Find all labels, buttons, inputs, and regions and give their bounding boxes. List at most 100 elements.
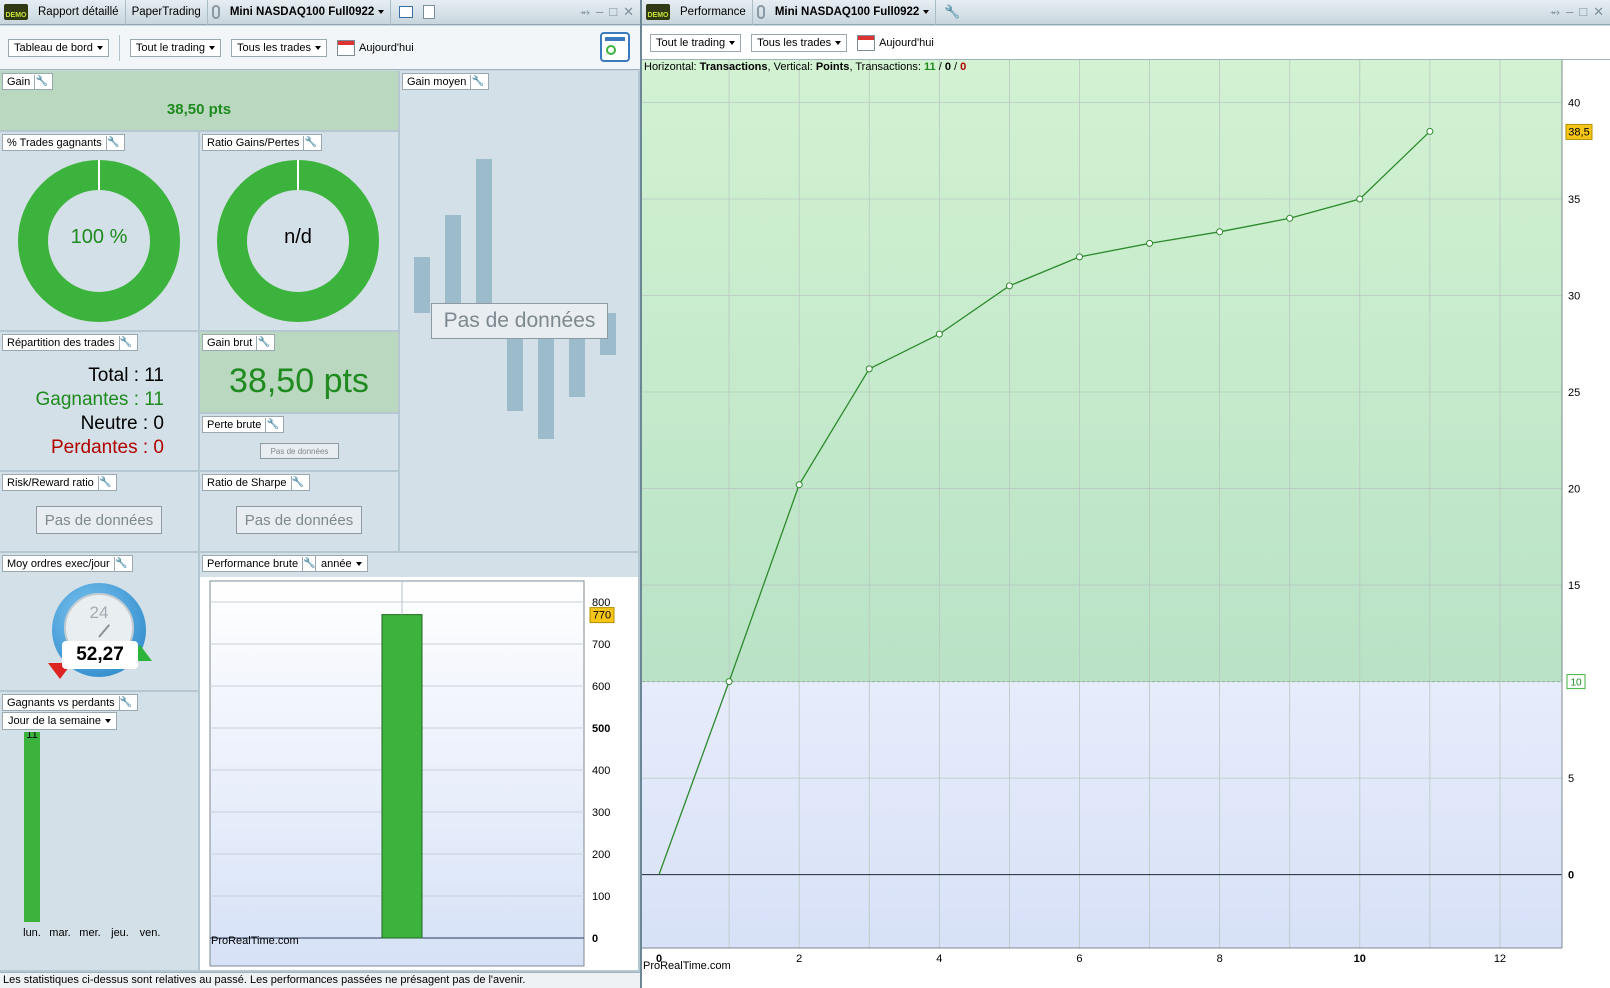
trades-dropdown[interactable]: Tous les trades bbox=[231, 38, 327, 57]
today-button[interactable]: Aujourd'hui bbox=[337, 39, 414, 56]
perf-equity-point bbox=[1075, 253, 1083, 261]
share-icon[interactable]: ⥇ bbox=[1550, 4, 1560, 20]
calendar-icon bbox=[337, 39, 355, 56]
tab-rapport-detaille[interactable]: Rapport détaillé bbox=[32, 0, 126, 25]
left-toolbar: Tableau de bord Tout le trading Tous les… bbox=[0, 26, 640, 70]
chart-window-icon[interactable] bbox=[399, 6, 414, 18]
link-chain-icon[interactable] bbox=[211, 5, 220, 19]
gagnants-perdants-panel: Gagnants vs perdants 🔧 Jour de la semaine… bbox=[0, 692, 200, 972]
minimize-icon[interactable]: – bbox=[596, 4, 603, 20]
right-toolbar: Tout le trading Tous les trades Aujourd'… bbox=[642, 26, 1610, 60]
wrench-icon[interactable]: 🔧 bbox=[113, 556, 128, 571]
gain-brut-title[interactable]: Gain brut 🔧 bbox=[202, 334, 276, 351]
trades-label-right: Tous les trades bbox=[757, 36, 832, 49]
perf-equity-point bbox=[1146, 239, 1154, 247]
perf-equity-point bbox=[1005, 282, 1013, 290]
disclaimer-status-bar: Les statistiques ci-dessus sont relative… bbox=[0, 972, 640, 988]
trading-dropdown-right[interactable]: Tout le trading bbox=[650, 33, 742, 52]
chevron-down-icon bbox=[378, 10, 385, 14]
wrench-icon[interactable]: 🔧 bbox=[290, 475, 305, 490]
maximize-icon[interactable]: □ bbox=[609, 4, 617, 20]
wrench-icon[interactable]: 🔧 bbox=[256, 335, 270, 350]
weekday-tick-label: mar. bbox=[49, 927, 70, 939]
perf-equity-point bbox=[1286, 214, 1294, 222]
repartition-title[interactable]: Répartition des trades 🔧 bbox=[2, 334, 138, 351]
tab-papertrading[interactable]: PaperTrading bbox=[126, 0, 208, 25]
minimize-icon[interactable]: – bbox=[1566, 4, 1573, 20]
weekday-tick-label: mer. bbox=[79, 927, 100, 939]
dashboard-dropdown[interactable]: Tableau de bord bbox=[8, 38, 109, 57]
chevron-down-icon bbox=[835, 40, 842, 45]
wrench-icon[interactable]: 🔧 bbox=[97, 475, 112, 490]
gagnants-perdants-title[interactable]: Gagnants vs perdants 🔧 bbox=[2, 694, 138, 711]
pct-gagnants-panel: % Trades gagnants 🔧 100 % bbox=[0, 132, 200, 332]
link-chain-icon[interactable] bbox=[756, 5, 765, 19]
gain-moyen-nodata: Pas de données bbox=[431, 303, 608, 339]
close-icon[interactable]: ✕ bbox=[1593, 4, 1604, 20]
vertical-label: , Vertical: bbox=[767, 61, 813, 73]
perf-y-tick-label: 35 bbox=[1568, 194, 1580, 206]
gain-moyen-title-label: Gain moyen bbox=[407, 75, 467, 88]
chevron-down-icon bbox=[923, 10, 930, 14]
wrench-icon[interactable]: 🔧 bbox=[265, 417, 279, 432]
weekday-value-label: 11 bbox=[26, 732, 37, 741]
dashboard-config-icon[interactable] bbox=[600, 32, 630, 62]
wrench-icon[interactable]: 🔧 bbox=[118, 335, 133, 350]
risk-reward-nodata: Pas de données bbox=[36, 506, 162, 534]
weekday-tick-label: jeu. bbox=[110, 927, 129, 939]
config-icon-bar bbox=[605, 37, 625, 41]
wrench-icon[interactable]: 🔧 bbox=[303, 135, 317, 150]
perf-brute-tick-label: 600 bbox=[592, 681, 610, 693]
period-dropdown-year[interactable]: année bbox=[315, 555, 368, 572]
perf-y-tick-label: 15 bbox=[1568, 580, 1580, 592]
gain-title[interactable]: Gain 🔧 bbox=[2, 73, 54, 90]
losing-trades: Perdantes : 0 bbox=[50, 437, 164, 458]
ratio-gp-title[interactable]: Ratio Gains/Pertes 🔧 bbox=[202, 134, 323, 151]
gain-brut-title-label: Gain brut bbox=[207, 336, 253, 349]
perf-zone-below-threshold bbox=[642, 681, 1562, 948]
share-icon[interactable]: ⥇ bbox=[580, 4, 590, 20]
moy-ordres-value: 52,27 bbox=[62, 641, 138, 669]
perf-brute-watermark: ProRealTime.com bbox=[211, 935, 299, 947]
wrench-icon[interactable]: 🔧 bbox=[302, 556, 316, 571]
moy-ordres-panel: Moy ordres exec/jour 🔧 24 52,27 bbox=[0, 553, 200, 692]
tab-performance[interactable]: Performance bbox=[674, 0, 753, 25]
gain-moyen-title[interactable]: Gain moyen 🔧 bbox=[402, 73, 490, 90]
instrument-selector[interactable]: Mini NASDAQ100 Full0922 bbox=[224, 0, 392, 25]
instrument-selector-right[interactable]: Mini NASDAQ100 Full0922 bbox=[769, 0, 937, 25]
wrench-icon[interactable]: 🔧 bbox=[118, 695, 133, 710]
perf-equity-point bbox=[1426, 127, 1434, 135]
perf-brute-title[interactable]: Performance brute 🔧 bbox=[202, 555, 322, 572]
gain-brut-panel: Gain brut 🔧 38,50 pts bbox=[200, 332, 400, 414]
weekday-bar bbox=[24, 732, 40, 922]
wrench-icon[interactable]: 🔧 bbox=[944, 4, 960, 20]
period-dropdown-weekday[interactable]: Jour de la semaine bbox=[2, 712, 117, 730]
horizontal-value: Transactions bbox=[699, 61, 768, 73]
gain-brut-value: 38,50 pts bbox=[229, 362, 369, 400]
maximize-icon[interactable]: □ bbox=[1579, 4, 1587, 20]
risk-reward-title[interactable]: Risk/Reward ratio 🔧 bbox=[2, 474, 117, 491]
sharpe-panel: Ratio de Sharpe 🔧 Pas de données bbox=[200, 472, 400, 553]
risk-reward-panel: Risk/Reward ratio 🔧 Pas de données bbox=[0, 472, 200, 553]
wrench-icon[interactable]: 🔧 bbox=[470, 74, 484, 89]
wrench-icon[interactable]: 🔧 bbox=[34, 74, 48, 89]
gain-panel: Gain 🔧 38,50 pts bbox=[0, 71, 400, 132]
gain-moyen-bar bbox=[445, 215, 461, 313]
chevron-down-icon bbox=[355, 561, 362, 566]
ratio-gp-value: n/d bbox=[284, 226, 312, 248]
pct-gagnants-title[interactable]: % Trades gagnants 🔧 bbox=[2, 134, 125, 151]
perte-brute-title[interactable]: Perte brute 🔧 bbox=[202, 416, 285, 433]
pct-gagnants-title-label: % Trades gagnants bbox=[7, 136, 102, 149]
transactions-total: 11 bbox=[924, 61, 936, 73]
today-button-right[interactable]: Aujourd'hui bbox=[857, 34, 934, 51]
close-icon[interactable]: ✕ bbox=[623, 4, 634, 20]
trading-dropdown[interactable]: Tout le trading bbox=[129, 38, 222, 57]
copy-icon[interactable] bbox=[423, 5, 436, 19]
period-year-label: année bbox=[321, 557, 352, 570]
moy-ordres-title[interactable]: Moy ordres exec/jour 🔧 bbox=[2, 555, 133, 572]
wrench-icon[interactable]: 🔧 bbox=[105, 135, 120, 150]
trades-dropdown-right[interactable]: Tous les trades bbox=[751, 33, 848, 52]
repartition-title-label: Répartition des trades bbox=[7, 336, 115, 349]
sharpe-title[interactable]: Ratio de Sharpe 🔧 bbox=[202, 474, 310, 491]
chevron-down-icon bbox=[729, 40, 736, 45]
